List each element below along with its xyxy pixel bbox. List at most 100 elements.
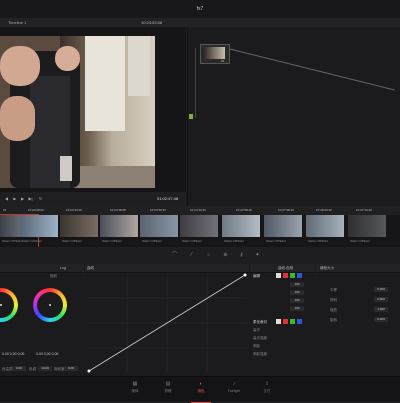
swatch-red[interactable] — [283, 273, 288, 278]
wheels-header: Log 饱和 — [0, 264, 84, 278]
clip-header-tc-05: 10:23:30:46 — [190, 208, 206, 212]
rgb-edit-label: 编辑 — [253, 274, 260, 278]
tracker-icon[interactable]: ⊕ — [222, 252, 229, 259]
clip-header-tc-06: 10:22:58:46 — [236, 208, 252, 212]
rgb-value-3[interactable]: 100 — [290, 298, 304, 303]
node-label: 01 — [221, 59, 225, 63]
curve-point-white — [243, 273, 247, 277]
clip-thumb-03[interactable]: SHHC MPEG4 — [60, 215, 98, 247]
swatch-white[interactable] — [276, 273, 281, 278]
lift-values: 0.00 0.00 0.00 — [2, 352, 25, 356]
soft-swatch-white[interactable] — [276, 319, 281, 324]
play-reverse-icon[interactable]: ◀ — [4, 196, 9, 201]
clip-thumb-05[interactable]: SHHC MPEG4 — [140, 215, 178, 247]
sizing-row-3-label: 缩放 — [330, 308, 337, 312]
color-wheel-gamma[interactable] — [33, 288, 67, 322]
rgb-value-2[interactable]: 100 — [290, 290, 304, 295]
sizing-header: 键帧大小 — [316, 264, 400, 273]
rgb-header: 曲线-色相 — [250, 264, 315, 273]
curve-point-black — [87, 369, 91, 373]
sizing-header-label: 键帧大小 — [320, 266, 334, 270]
color-wheels-panel: Log 饱和 0.00 0.00 0.00 0.00 0.00 0.00 色温调… — [0, 264, 84, 376]
page-media[interactable]: ▦ 媒体 — [120, 381, 150, 399]
clip-thumb-08[interactable]: SHHC MPEG4 — [264, 215, 302, 247]
node-input-line — [195, 48, 196, 118]
curves-label: 曲线 — [87, 266, 94, 270]
rgb-value-1[interactable]: 100 — [290, 282, 304, 287]
gamma-values: 0.00 0.00 0.00 — [36, 352, 59, 356]
next-frame-icon[interactable]: ▶| — [28, 196, 33, 201]
sizing-row-4-label: 旋转 — [330, 318, 337, 322]
temp-value[interactable]: 0.00 — [12, 366, 26, 371]
clip-header-tc-01: 10:23:28:02 — [28, 208, 44, 212]
sat-label: 饱和度 — [54, 367, 65, 371]
clip-header-tc-03: 10:23:38:08 — [110, 208, 126, 212]
soft-swatch-red[interactable] — [283, 319, 288, 324]
wheels-label: 饱和 — [50, 274, 57, 278]
curve-graph[interactable] — [87, 273, 247, 373]
curve-icon[interactable]: ⌒ — [171, 252, 178, 259]
sizing-panel: 键帧大小 平移 0.000 倾斜 0.000 缩放 1.000 旋转 0.000 — [316, 264, 400, 376]
page-fairlight[interactable]: ♪ Fairlight — [219, 381, 249, 399]
soft-row-1: 高光 — [253, 328, 260, 332]
viewer-image[interactable] — [0, 36, 155, 188]
key-icon[interactable]: ⚷ — [238, 252, 245, 259]
node-input-marker[interactable] — [189, 114, 193, 119]
clip-thumb-09[interactable]: SHHC MPEG4 — [306, 215, 344, 247]
video-hand-3 — [55, 46, 80, 71]
play-icon[interactable]: ▶ — [20, 196, 25, 201]
sizing-row-1-label: 平移 — [330, 288, 337, 292]
sizing-row-4-value[interactable]: 0.000 — [374, 317, 388, 322]
sizing-row-2-label: 倾斜 — [330, 298, 337, 302]
audio-icon: ♪ — [232, 381, 236, 387]
clip-header-tc-02: 10:23:30:46 — [66, 208, 82, 212]
timeline-name[interactable]: Timeline 1 — [8, 20, 26, 25]
soft-swatch-blue[interactable] — [297, 319, 302, 324]
video-window-2 — [128, 36, 150, 96]
deliver-icon: ⇪ — [264, 381, 270, 387]
stop-icon[interactable]: ■ — [12, 196, 17, 201]
video-tag — [60, 156, 72, 181]
transport-bar: ◀ ■ ▶ ▶| ↻ 01:02:47:48 — [0, 192, 186, 206]
soft-swatch-green[interactable] — [290, 319, 295, 324]
media-icon: ▦ — [132, 381, 138, 387]
sizing-row-2-value[interactable]: 0.000 — [374, 297, 388, 302]
rgb-value-4[interactable]: 100 — [290, 306, 304, 311]
picker-icon[interactable]: ⁄ — [188, 252, 195, 259]
soft-clip-label: 柔化裁切 — [253, 320, 267, 324]
clip-thumb-04[interactable]: SHHC MPEG4 — [100, 215, 138, 247]
palette-toolbar: ⌒ ⁄ ○ ⊕ ⚷ ✦ — [0, 247, 400, 265]
soft-row-2: 高光强度 — [253, 336, 267, 340]
color-wheel-lift[interactable] — [0, 288, 18, 322]
edit-icon: ▤ — [165, 381, 171, 387]
tint-value[interactable]: 10.00 — [38, 366, 52, 371]
sizing-row-3-value[interactable]: 1.000 — [374, 307, 388, 312]
swatch-blue[interactable] — [297, 273, 302, 278]
page-deliver[interactable]: ⇪ 交付 — [252, 381, 282, 399]
curves-header: 曲线 — [85, 264, 249, 273]
sat-value[interactable]: 0.00 — [64, 366, 78, 371]
source-timecode: 10:23:53:06 — [141, 20, 163, 25]
swatch-green[interactable] — [290, 273, 295, 278]
color-icon: ◐ — [199, 381, 203, 387]
clip-thumb-06[interactable]: SHHC MPEG4 — [180, 215, 218, 247]
clip-header-tc-07: 10:27:38:16 — [278, 208, 294, 212]
clip-thumb-02[interactable]: SHHC MPEG4 — [20, 215, 58, 247]
clip-thumb-10[interactable]: SHHC MPEG4 — [348, 215, 386, 247]
loop-icon[interactable]: ↻ — [38, 196, 43, 201]
rgb-header-label: 曲线-色相 — [278, 266, 294, 270]
mode-label: Log — [60, 266, 66, 270]
page-edit[interactable]: ▤ 剪辑 — [153, 381, 183, 399]
clip-header-tc-09: 10:37:33:30 — [356, 208, 372, 212]
window-icon[interactable]: ○ — [205, 252, 212, 259]
video-hand-2 — [0, 96, 35, 141]
sizing-row-1-value[interactable]: 0.000 — [374, 287, 388, 292]
page-color[interactable]: ◐ 调色 — [186, 381, 216, 403]
magic-icon[interactable]: ✦ — [254, 252, 261, 259]
video-hand — [0, 46, 40, 86]
node-thumbnail — [205, 47, 225, 59]
clip-thumb-07[interactable]: SHHC MPEG4 — [222, 215, 260, 247]
corrector-node[interactable]: 01 — [200, 44, 230, 64]
current-timecode: 01:02:47:48 — [157, 196, 179, 201]
clips-strip: SHHC MPEG4 SHHC MPEG4 SHHC MPEG4 SHHC MP… — [0, 214, 400, 248]
